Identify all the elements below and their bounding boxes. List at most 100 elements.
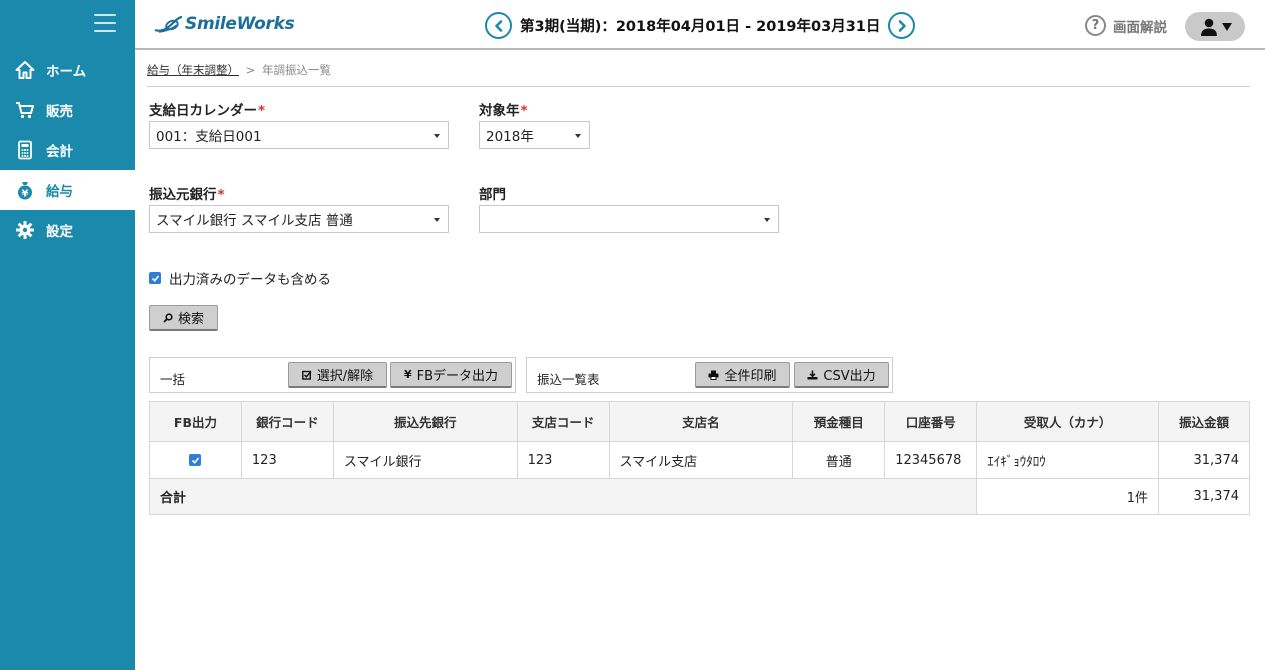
svg-text:¥: ¥	[22, 188, 29, 199]
user-menu-button[interactable]	[1185, 12, 1245, 41]
fiscal-period-selector: 第3期(当期)：2018年04月01日 - 2019年03月31日	[485, 12, 916, 39]
account-number-cell: 12345678	[884, 441, 978, 479]
fb-data-output-label: FBデータ出力	[416, 369, 499, 384]
bulk-action-panel: 一括 選択/解除 ¥ FBデータ出力	[149, 357, 516, 393]
calendar-select[interactable]: 001：支給日001	[149, 121, 449, 149]
sidebar-item-accounting[interactable]: 会計	[0, 130, 135, 170]
sidebar-nav: ホーム 販売 会計 ¥ 給与 設定	[0, 50, 135, 250]
money-bag-icon: ¥	[14, 179, 36, 201]
bank-code-cell: 123	[240, 441, 334, 479]
select-toggle-label: 選択/解除	[316, 369, 374, 384]
fiscal-period-label: 第3期(当期)：2018年04月01日 - 2019年03月31日	[520, 19, 881, 35]
department-select[interactable]	[479, 205, 779, 233]
gear-icon	[14, 219, 36, 241]
year-label: 対象年*	[479, 99, 528, 119]
year-label-text: 対象年	[479, 103, 520, 119]
caret-down-icon	[1221, 22, 1232, 31]
logo-text: SmileWorks	[185, 14, 295, 34]
bank-select[interactable]: スマイル銀行 スマイル支店 普通	[149, 205, 449, 233]
bank-label-text: 振込元銀行	[149, 187, 217, 203]
search-button[interactable]: 検索	[149, 305, 218, 331]
transfer-list-panel: 振込一覧表 全件印刷 CSV出力	[526, 357, 893, 393]
total-amount-cell: 31,374	[1157, 478, 1251, 515]
branch-name-cell: スマイル支店	[608, 441, 794, 479]
bank-select-value: スマイル銀行 スマイル支店 普通	[156, 213, 353, 229]
question-icon: ?	[1085, 15, 1106, 36]
column-header[interactable]: 口座番号	[884, 401, 978, 442]
print-all-button[interactable]: 全件印刷	[695, 362, 790, 388]
sidebar-item-payroll[interactable]: ¥ 給与	[0, 170, 135, 210]
sidebar-item-label: 設定	[46, 224, 73, 240]
sidebar-item-label: 給与	[46, 184, 73, 200]
home-icon	[14, 59, 36, 81]
sidebar: ホーム 販売 会計 ¥ 給与 設定	[0, 0, 135, 670]
checkbox-edit-icon	[301, 370, 312, 380]
yen-icon: ¥	[403, 368, 412, 381]
payee-kana-cell: ｴｲｷﾞｮｳﾀﾛｳ	[976, 441, 1159, 479]
column-header[interactable]: 預金種目	[792, 401, 886, 442]
column-header[interactable]: 振込金額	[1157, 401, 1251, 442]
smileworks-logo-icon	[154, 15, 183, 33]
sidebar-item-label: 会計	[46, 144, 73, 160]
sidebar-item-label: ホーム	[46, 64, 87, 80]
include-output-checkbox[interactable]: 出力済みのデータも含める	[149, 268, 331, 288]
checkbox-checked-icon	[149, 272, 161, 284]
caret-down-icon	[434, 218, 440, 222]
table-total-row: 合計 1件 31,374	[148, 478, 1251, 515]
previous-period-button[interactable]	[485, 12, 512, 39]
breadcrumb-divider	[147, 86, 1250, 87]
help-label: 画面解説	[1113, 19, 1167, 36]
sidebar-item-home[interactable]: ホーム	[0, 50, 135, 90]
fb-data-output-button[interactable]: ¥ FBデータ出力	[390, 362, 512, 388]
chevron-left-icon	[494, 19, 502, 32]
printer-icon	[708, 370, 719, 380]
print-all-label: 全件印刷	[724, 369, 777, 384]
department-label-text: 部門	[479, 187, 506, 203]
bulk-panel-label: 一括	[160, 372, 186, 387]
required-mark: *	[258, 103, 266, 119]
next-period-button[interactable]	[888, 12, 916, 39]
cart-icon	[14, 99, 36, 121]
fb-output-checkbox[interactable]	[189, 454, 202, 466]
sidebar-item-settings[interactable]: 設定	[0, 210, 135, 250]
sidebar-item-label: 販売	[46, 104, 73, 120]
branch-code-cell: 123	[516, 441, 610, 479]
breadcrumb-separator: >	[245, 63, 256, 77]
menu-toggle-icon[interactable]	[94, 14, 116, 32]
sidebar-item-sales[interactable]: 販売	[0, 90, 135, 130]
deposit-type-cell: 普通	[792, 441, 886, 479]
department-label: 部門	[479, 183, 506, 203]
total-count-cell: 1件	[976, 478, 1159, 515]
main-content: 給与（年末調整） > 年調振込一覧 支給日カレンダー* 001：支給日001 対…	[135, 52, 1265, 670]
column-header[interactable]: 銀行コード	[240, 401, 334, 442]
download-icon	[807, 370, 818, 380]
calculator-icon	[14, 139, 36, 161]
breadcrumb-current: 年調振込一覧	[261, 63, 331, 77]
bank-name-cell: スマイル銀行	[332, 441, 518, 479]
column-header[interactable]: FB出力	[149, 401, 242, 442]
calendar-label: 支給日カレンダー*	[149, 99, 265, 119]
breadcrumb: 給与（年末調整） > 年調振込一覧	[147, 62, 331, 78]
select-toggle-button[interactable]: 選択/解除	[288, 362, 387, 388]
chevron-right-icon	[898, 19, 906, 32]
column-header[interactable]: 支店コード	[516, 401, 610, 442]
fb-output-cell	[149, 441, 242, 479]
help-link[interactable]: ? 画面解説	[1085, 15, 1167, 36]
calendar-select-value: 001：支給日001	[156, 129, 262, 145]
total-label-cell: 合計	[148, 478, 978, 515]
transfer-table: FB出力 銀行コード 振込先銀行 支店コード 支店名 預金種目 口座番号 受取人…	[148, 401, 1251, 515]
search-button-label: 検索	[177, 312, 204, 327]
year-select[interactable]: 2018年	[479, 121, 590, 149]
column-header[interactable]: 受取人（カナ）	[976, 401, 1159, 442]
breadcrumb-parent-link[interactable]: 給与（年末調整）	[147, 63, 239, 77]
column-header[interactable]: 支店名	[608, 401, 794, 442]
list-panel-label: 振込一覧表	[537, 372, 600, 387]
required-mark: *	[520, 103, 528, 119]
caret-down-icon	[575, 134, 581, 138]
column-header[interactable]: 振込先銀行	[332, 401, 518, 442]
csv-output-label: CSV出力	[823, 369, 876, 384]
app-logo[interactable]: SmileWorks	[153, 13, 295, 35]
user-icon	[1200, 18, 1217, 36]
csv-output-button[interactable]: CSV出力	[794, 362, 889, 388]
table-header-row: FB出力 銀行コード 振込先銀行 支店コード 支店名 預金種目 口座番号 受取人…	[149, 401, 1251, 442]
